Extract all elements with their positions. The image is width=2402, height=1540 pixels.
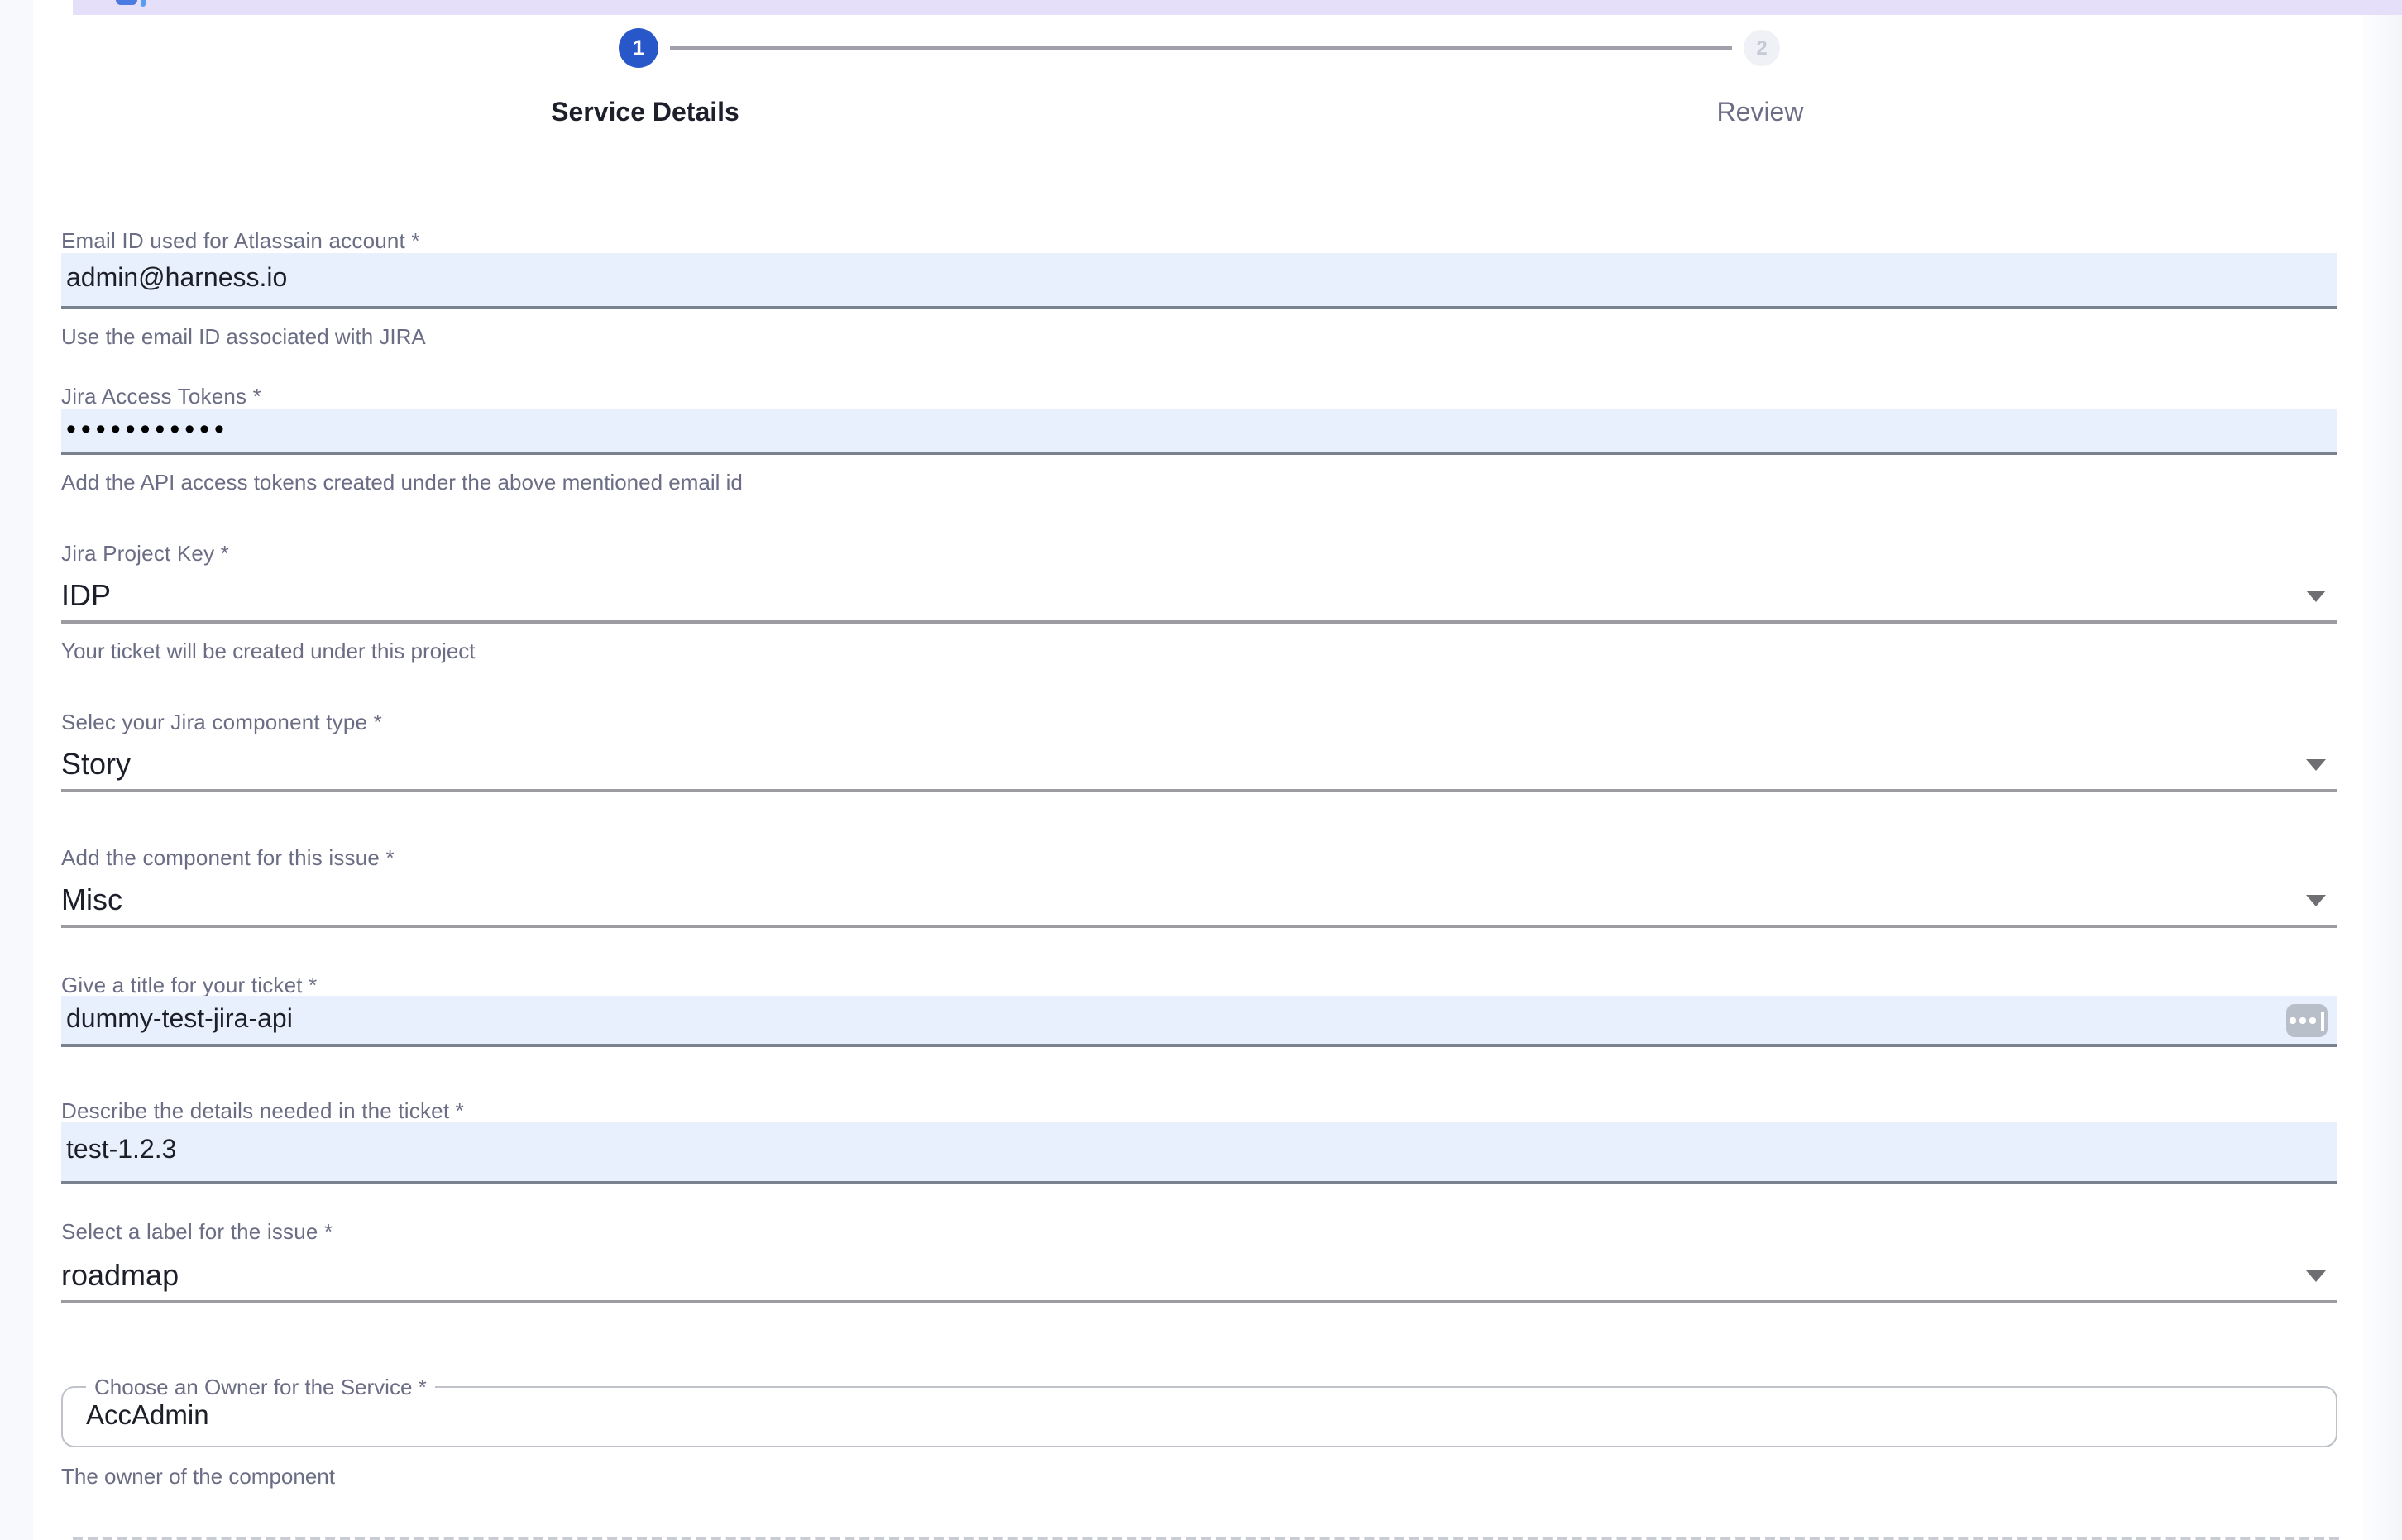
ticket-title-input[interactable]: dummy-test-jira-api	[61, 996, 2337, 1047]
tokens-masked-value: •••••••••••	[66, 414, 229, 447]
project-key-value: IDP	[61, 579, 111, 614]
ticket-title-label: Give a title for your ticket *	[61, 973, 2337, 996]
tokens-password-input[interactable]: •••••••••••	[61, 409, 2337, 455]
ticket-title-value: dummy-test-jira-api	[66, 1005, 293, 1035]
component-type-select[interactable]: Story	[61, 741, 2337, 792]
email-input-value: admin@harness.io	[66, 265, 287, 294]
caret-down-icon[interactable]	[2306, 759, 2326, 771]
owner-helper-text: The owner of the component	[61, 1464, 2337, 1489]
clipped-bottom-content	[73, 1536, 2339, 1540]
dot	[2309, 1018, 2315, 1024]
caret-down-icon[interactable]	[2306, 591, 2326, 602]
component-label: Add the component for this issue *	[61, 845, 2337, 868]
right-page-rail	[2362, 0, 2402, 1540]
owner-field-label: Choose an Owner for the Service *	[86, 1375, 435, 1399]
owner-input[interactable]: Choose an Owner for the Service * AccAdm…	[61, 1386, 2337, 1447]
issue-label-label: Select a label for the issue *	[61, 1219, 2337, 1242]
ticket-description-input[interactable]: test-1.2.3	[61, 1122, 2337, 1184]
tokens-field-label: Jira Access Tokens *	[61, 384, 2337, 409]
issue-label-value: roadmap	[61, 1258, 179, 1293]
ticket-description-label: Describe the details needed in the ticke…	[61, 1098, 2337, 1122]
email-helper-text: Use the email ID associated with JIRA	[61, 324, 2337, 349]
component-type-label: Selec your Jira component type *	[61, 710, 2337, 733]
email-field-label: Email ID used for Atlassain account *	[61, 228, 2337, 253]
caret-down-icon[interactable]	[2306, 1270, 2326, 1281]
email-input[interactable]: admin@harness.io	[61, 253, 2337, 309]
project-key-select[interactable]: IDP	[61, 572, 2337, 624]
left-page-rail	[0, 0, 33, 1540]
cursor-bar	[2321, 1012, 2324, 1030]
dot	[2299, 1018, 2305, 1024]
caret-down-icon[interactable]	[2306, 895, 2326, 906]
project-key-helper-text: Your ticket will be created under this p…	[61, 638, 2337, 663]
owner-value: AccAdmin	[86, 1401, 209, 1432]
issue-label-select[interactable]: roadmap	[61, 1251, 2337, 1303]
service-onboarding-page: 1 2 Service Details Review Email ID used…	[0, 0, 2402, 1540]
ticket-description-value: test-1.2.3	[66, 1136, 176, 1166]
tokens-helper-text: Add the API access tokens created under …	[61, 470, 2337, 495]
component-value: Misc	[61, 883, 122, 918]
component-select[interactable]: Misc	[61, 877, 2337, 928]
component-type-value: Story	[61, 748, 131, 782]
service-details-form: Email ID used for Atlassain account * ad…	[61, 0, 2337, 1489]
project-key-label: Jira Project Key *	[61, 541, 2337, 564]
dot	[2290, 1018, 2295, 1024]
autofill-ellipsis-icon[interactable]	[2286, 1004, 2328, 1037]
